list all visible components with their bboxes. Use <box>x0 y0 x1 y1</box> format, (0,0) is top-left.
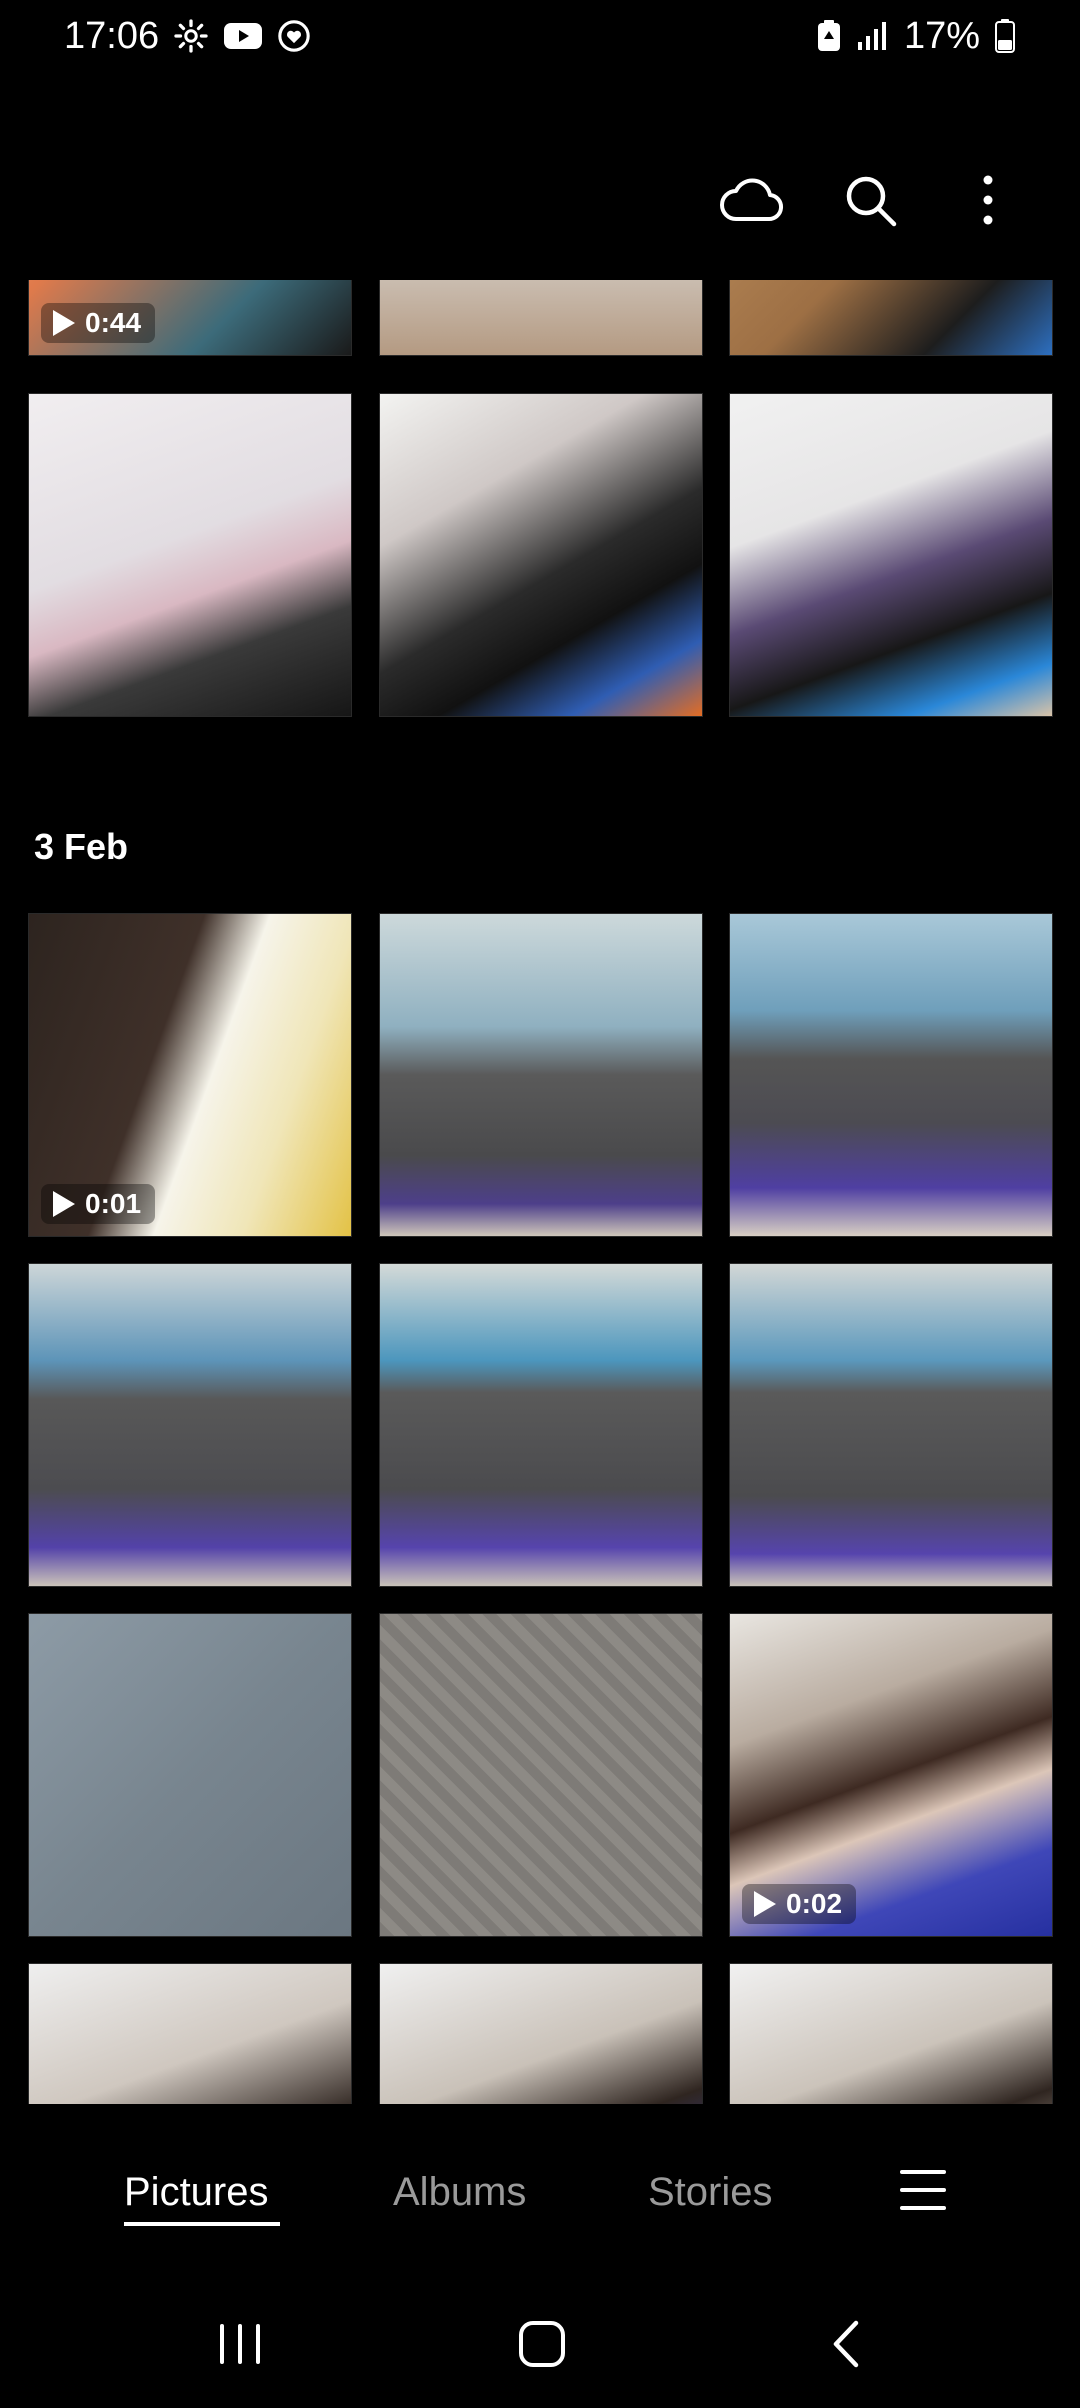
video-duration: 0:44 <box>85 307 142 338</box>
photo-thumbnail[interactable] <box>379 1613 703 1937</box>
battery-percent: 17% <box>903 14 980 57</box>
photo-thumbnail[interactable] <box>729 913 1053 1237</box>
play-icon <box>754 1891 776 1917</box>
gear-icon <box>173 18 209 54</box>
photo-thumbnail[interactable] <box>28 1263 352 1587</box>
tab-active-indicator <box>124 2222 280 2226</box>
youtube-icon <box>223 21 263 51</box>
recents-icon[interactable] <box>200 2304 280 2384</box>
photo-thumbnail[interactable] <box>28 1963 352 2104</box>
status-left: 17:06 <box>64 15 311 58</box>
video-thumbnail[interactable]: 0:01 <box>28 913 352 1237</box>
video-thumbnail[interactable]: 0:02 <box>729 1613 1053 1937</box>
menu-icon[interactable] <box>891 2158 955 2222</box>
photo-grid[interactable]: 0:44 3 Feb 0:01 0:02 <box>0 280 1080 2104</box>
system-nav-bar <box>0 2280 1080 2408</box>
video-duration-badge: 0:01 <box>41 1184 156 1224</box>
more-icon[interactable] <box>956 168 1020 232</box>
cloud-icon[interactable] <box>720 168 784 232</box>
back-icon[interactable] <box>806 2304 886 2384</box>
battery-saver-icon <box>816 19 842 53</box>
photo-thumbnail[interactable] <box>379 280 703 356</box>
status-time: 17:06 <box>64 14 160 57</box>
video-duration-badge: 0:02 <box>742 1884 857 1924</box>
signal-icon <box>856 20 890 52</box>
heart-icon <box>277 19 311 53</box>
photo-thumbnail[interactable] <box>379 393 703 717</box>
photo-thumbnail[interactable] <box>729 280 1053 356</box>
bottom-tab-bar: Pictures Albums Stories <box>0 2126 1080 2256</box>
tab-pictures[interactable]: Pictures <box>124 2170 269 2215</box>
video-duration: 0:02 <box>786 1888 843 1919</box>
date-header: 3 Feb <box>34 826 129 867</box>
photo-thumbnail[interactable] <box>729 393 1053 717</box>
status-right: 17% <box>816 15 1016 58</box>
play-icon <box>53 1191 75 1217</box>
video-thumbnail[interactable]: 0:44 <box>28 280 352 356</box>
status-bar: 17:06 17% <box>0 0 1080 72</box>
photo-thumbnail[interactable] <box>729 1963 1053 2104</box>
video-duration: 0:01 <box>85 1188 142 1219</box>
photo-thumbnail[interactable] <box>28 393 352 717</box>
play-icon <box>53 310 75 336</box>
photo-thumbnail[interactable] <box>28 1613 352 1937</box>
home-icon[interactable] <box>502 2304 582 2384</box>
search-icon[interactable] <box>838 168 902 232</box>
tab-stories[interactable]: Stories <box>648 2170 773 2215</box>
video-duration-badge: 0:44 <box>41 303 156 343</box>
photo-thumbnail[interactable] <box>729 1263 1053 1587</box>
photo-thumbnail[interactable] <box>379 913 703 1237</box>
photo-thumbnail[interactable] <box>379 1263 703 1587</box>
photo-thumbnail[interactable] <box>379 1963 703 2104</box>
tab-albums[interactable]: Albums <box>393 2170 526 2215</box>
top-action-bar <box>720 160 1080 240</box>
battery-icon <box>994 18 1016 54</box>
